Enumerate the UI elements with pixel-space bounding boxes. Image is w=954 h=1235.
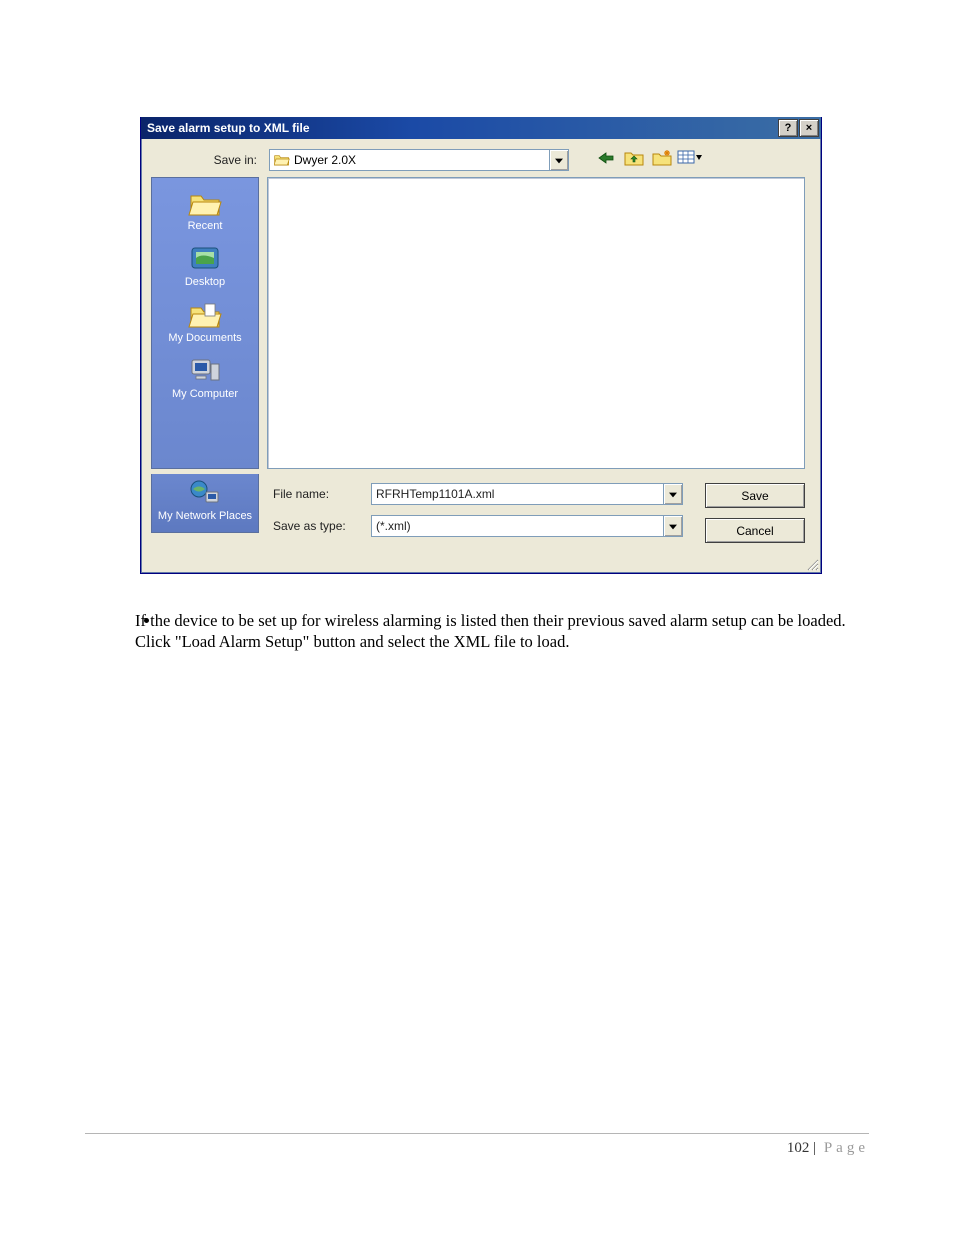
resize-grip-icon (805, 557, 819, 571)
save-as-type-label: Save as type: (273, 519, 363, 533)
save-as-type-value: (*.xml) (376, 519, 663, 533)
bullet-item: If the device to be set up for wireless … (161, 610, 859, 653)
chevron-down-icon (669, 487, 677, 501)
help-icon: ? (785, 123, 792, 134)
filename-combo[interactable]: RFRHTemp1101A.xml (371, 483, 683, 505)
save-in-combo[interactable]: Dwyer 2.0X (269, 149, 569, 171)
footer-sep: | (809, 1140, 820, 1156)
dropdown-button[interactable] (663, 516, 682, 536)
back-icon (597, 151, 615, 170)
filename-label: File name: (273, 487, 363, 501)
help-button[interactable]: ? (778, 119, 798, 137)
views-button[interactable] (679, 149, 701, 171)
close-icon: × (806, 123, 812, 134)
save-button-label: Save (741, 489, 768, 503)
place-my-computer[interactable]: My Computer (152, 356, 258, 400)
save-in-label: Save in: (157, 153, 263, 167)
place-label: My Network Places (154, 510, 256, 522)
body-text: If the device to be set up for wireless … (115, 610, 859, 653)
page-number: 102 (787, 1140, 810, 1156)
views-icon (677, 149, 703, 172)
nav-toolbar (595, 149, 701, 171)
filename-value: RFRHTemp1101A.xml (376, 487, 663, 501)
save-as-dialog: Save alarm setup to XML file ? × Save in… (140, 117, 822, 574)
place-my-documents[interactable]: My Documents (152, 300, 258, 344)
places-bar: Recent Desktop (151, 177, 259, 469)
action-buttons: Save Cancel (691, 483, 805, 543)
dialog-body: Recent Desktop (141, 177, 821, 475)
place-label: My Computer (168, 388, 242, 400)
titlebar[interactable]: Save alarm setup to XML file ? × (141, 117, 821, 139)
filename-grid: File name: RFRHTemp1101A.xml Save as typ… (267, 483, 683, 537)
save-button[interactable]: Save (705, 483, 805, 508)
computer-icon (188, 356, 222, 386)
new-folder-button[interactable] (651, 149, 673, 171)
network-places-icon (188, 478, 222, 508)
desktop-icon (188, 244, 222, 274)
resize-grip[interactable] (141, 557, 821, 573)
chevron-down-icon (555, 153, 563, 167)
up-one-level-button[interactable] (623, 149, 645, 171)
new-folder-icon (652, 149, 672, 172)
place-my-network-places[interactable]: My Network Places (152, 478, 258, 522)
dropdown-button[interactable] (663, 484, 682, 504)
back-button[interactable] (595, 149, 617, 171)
place-label: Desktop (181, 276, 229, 288)
window-title: Save alarm setup to XML file (147, 121, 777, 135)
place-label: Recent (184, 220, 227, 232)
place-label: My Documents (164, 332, 245, 344)
places-bar-continued: My Network Places (151, 474, 259, 533)
save-in-row: Save in: Dwyer 2.0X (141, 139, 821, 177)
dialog-bottom: My Network Places File name: RFRHTemp110… (141, 475, 821, 557)
chevron-down-icon (669, 519, 677, 533)
file-list[interactable] (267, 177, 805, 469)
page-label: Page (824, 1140, 869, 1156)
save-as-type-combo[interactable]: (*.xml) (371, 515, 683, 537)
save-in-value: Dwyer 2.0X (294, 153, 549, 167)
document-page: Save alarm setup to XML file ? × Save in… (0, 0, 954, 1235)
open-folder-icon (274, 153, 290, 167)
cancel-button[interactable]: Cancel (705, 518, 805, 543)
window-controls: ? × (777, 119, 819, 137)
folder-icon (188, 188, 222, 218)
close-button[interactable]: × (799, 119, 819, 137)
bullet-text: If the device to be set up for wireless … (135, 610, 859, 653)
place-recent[interactable]: Recent (152, 188, 258, 232)
place-desktop[interactable]: Desktop (152, 244, 258, 288)
cancel-button-label: Cancel (736, 524, 773, 538)
dropdown-button[interactable] (549, 150, 568, 170)
documents-folder-icon (188, 300, 222, 330)
up-one-level-icon (624, 149, 644, 172)
page-footer: 102 | Page (85, 1133, 869, 1157)
